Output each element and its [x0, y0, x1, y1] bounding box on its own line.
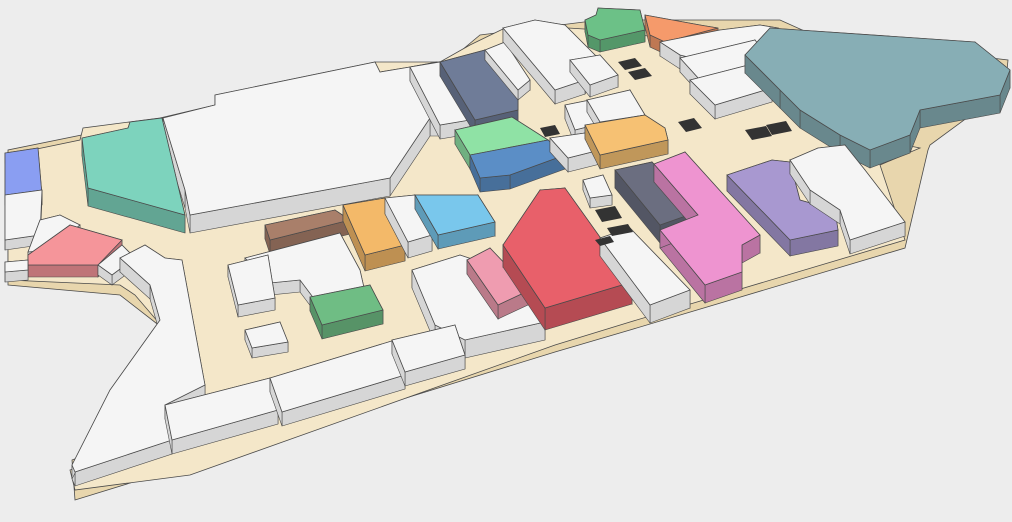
mall-map[interactable] — [0, 0, 1012, 522]
unit-red-left-side — [27, 264, 99, 278]
unit-neutral-left-c[interactable] — [4, 259, 29, 283]
unit-neutral-left-c-roof[interactable] — [4, 259, 29, 273]
mall-floor-plan-canvas[interactable] — [0, 0, 1012, 522]
unit-blue-left-roof[interactable] — [4, 147, 43, 196]
